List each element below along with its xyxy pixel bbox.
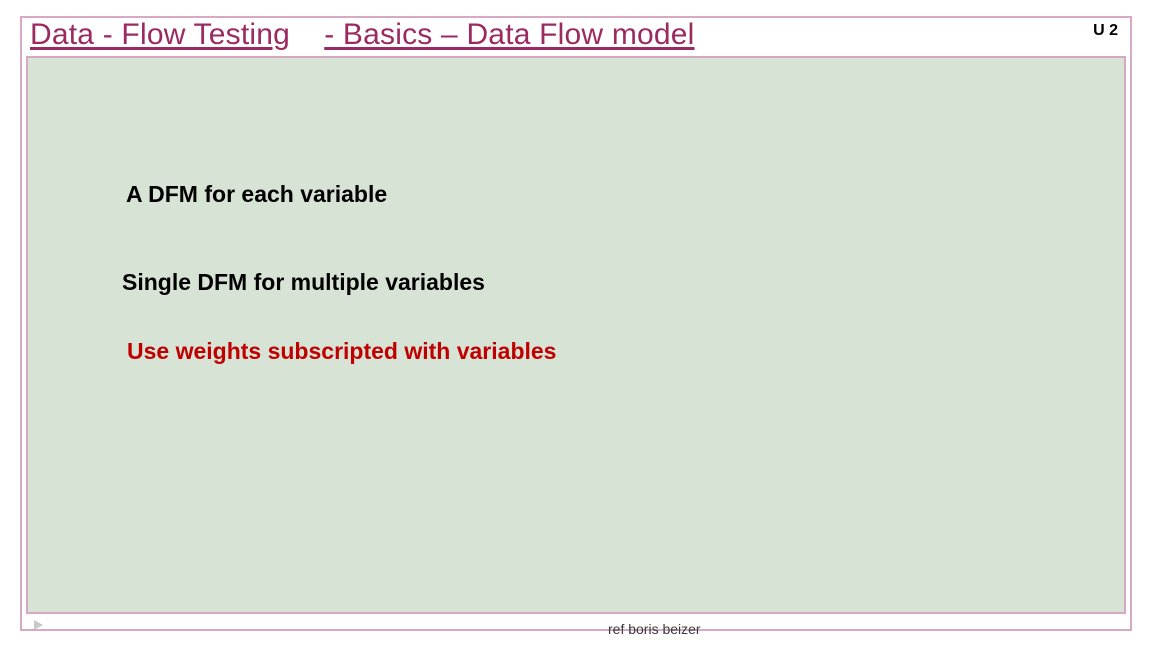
bullet-line-3: Use weights subscripted with variables: [127, 338, 556, 365]
bullet-line-2: Single DFM for multiple variables: [122, 269, 485, 296]
slide: Data - Flow Testing - Basics – Data Flow…: [0, 0, 1152, 648]
footer-reference: ref boris beizer: [608, 621, 701, 637]
unit-badge: U 2: [1093, 22, 1118, 40]
slide-title: Data - Flow Testing - Basics – Data Flow…: [30, 18, 695, 52]
title-spacer: [299, 18, 316, 51]
play-icon: [34, 620, 43, 630]
title-part-1: Data - Flow Testing: [30, 18, 290, 51]
title-part-2: - Basics – Data Flow model: [324, 18, 694, 51]
content-panel: [26, 56, 1126, 614]
bullet-line-1: A DFM for each variable: [126, 181, 387, 208]
